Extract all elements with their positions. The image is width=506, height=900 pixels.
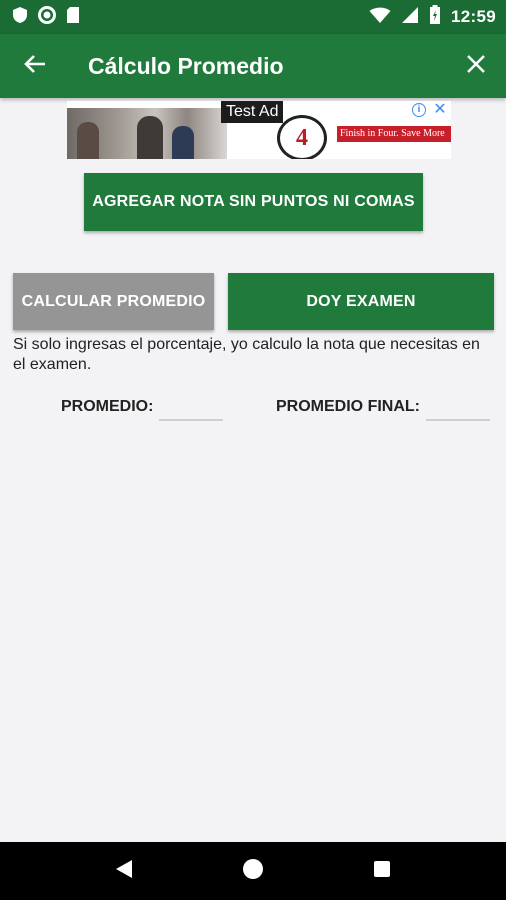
ad-label: Test Ad bbox=[221, 101, 284, 123]
nav-recents-button[interactable] bbox=[352, 842, 412, 900]
back-button[interactable] bbox=[0, 34, 70, 98]
final-average-field[interactable] bbox=[426, 399, 490, 421]
navigation-bar bbox=[0, 842, 506, 900]
arrow-back-icon bbox=[24, 53, 46, 80]
average-field[interactable] bbox=[159, 399, 223, 421]
final-average-label: PROMEDIO FINAL: bbox=[276, 398, 420, 415]
add-grade-button[interactable]: AGREGAR NOTA SIN PUNTOS NI COMAS bbox=[84, 173, 423, 231]
ad-close-icon[interactable]: ✕ bbox=[431, 101, 449, 119]
home-circle-icon bbox=[242, 858, 264, 885]
status-bar: 12:59 bbox=[0, 0, 506, 34]
average-label: PROMEDIO: bbox=[61, 398, 154, 415]
ad-info-icon[interactable]: i bbox=[412, 103, 426, 117]
circle-status-icon bbox=[38, 5, 56, 29]
ad-slogan: Finish in Four. Save More bbox=[337, 126, 451, 142]
status-right-icons: 12:59 bbox=[369, 4, 496, 30]
take-exam-button[interactable]: DOY EXAMEN bbox=[228, 273, 494, 330]
nav-back-button[interactable] bbox=[94, 842, 154, 900]
square-recents-icon bbox=[373, 860, 391, 883]
status-time: 12:59 bbox=[451, 7, 496, 26]
close-icon bbox=[466, 54, 486, 79]
ad-logo: 4 bbox=[277, 115, 327, 159]
battery-icon bbox=[429, 4, 441, 30]
ad-banner[interactable]: Test Ad 4 Finish in Four. Save More i ✕ bbox=[67, 101, 451, 159]
cell-signal-icon bbox=[401, 6, 419, 29]
ad-photo bbox=[67, 108, 227, 159]
nav-home-button[interactable] bbox=[223, 842, 283, 900]
page-title: Cálculo Promedio bbox=[88, 52, 284, 79]
status-left-icons bbox=[12, 5, 80, 29]
triangle-back-icon bbox=[115, 859, 133, 884]
shield-icon bbox=[12, 6, 28, 29]
app-bar: Cálculo Promedio bbox=[0, 34, 506, 98]
info-text: Si solo ingresas el porcentaje, yo calcu… bbox=[13, 336, 480, 373]
calculate-average-button[interactable]: CALCULAR PROMEDIO bbox=[13, 273, 214, 330]
wifi-icon bbox=[369, 6, 391, 29]
close-button[interactable] bbox=[446, 34, 506, 98]
sd-card-icon bbox=[66, 6, 80, 29]
